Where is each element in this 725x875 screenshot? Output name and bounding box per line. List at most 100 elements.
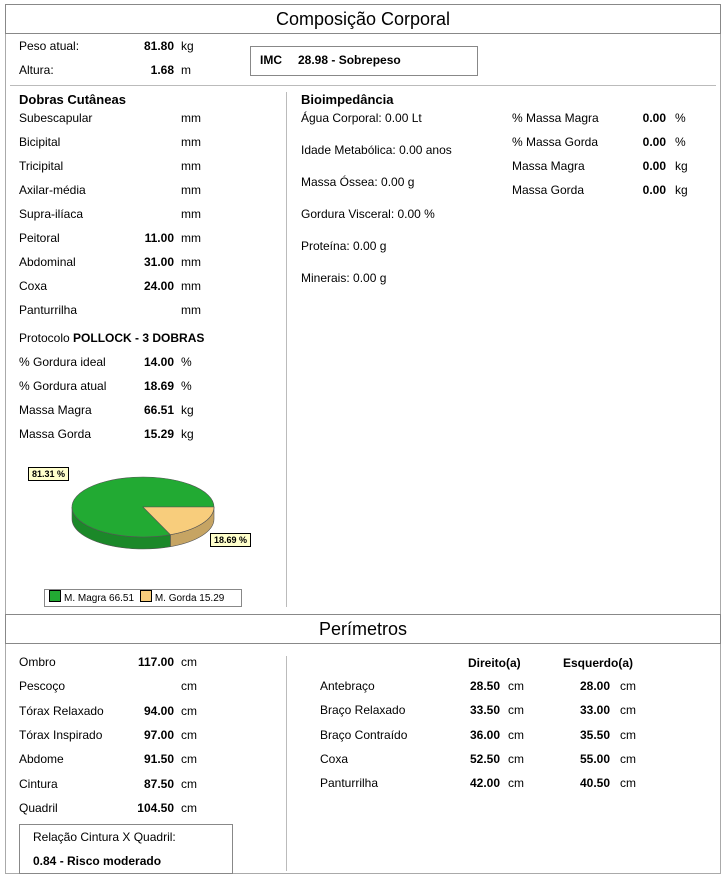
perimetro-dir-unit: cm xyxy=(508,727,524,742)
dobra-value: 31.00 xyxy=(143,255,174,269)
dobra-label: Subescapular xyxy=(19,111,93,125)
peso-value: 81.80 xyxy=(143,39,174,53)
dobra-unit: mm xyxy=(181,159,201,173)
protocolo-value: POLLOCK - 3 DOBRAS xyxy=(73,331,205,345)
bio-right-unit: % xyxy=(675,135,686,149)
dobra-label: Tricipital xyxy=(19,159,64,173)
dobra-unit: mm xyxy=(181,183,201,197)
perimetro-unit: cm xyxy=(181,752,197,767)
basics-divider xyxy=(10,85,716,86)
perimetro-value: 87.50 xyxy=(143,776,174,791)
perimetro-esq-value: 28.00 xyxy=(579,679,610,693)
dobra-unit: mm xyxy=(181,111,201,125)
bio-item: Massa Óssea: 0.00 g xyxy=(301,175,415,189)
pie-label-gorda: 18.69 % xyxy=(210,533,252,547)
perimetro-unit: cm xyxy=(181,776,197,791)
bio-title: Bioimpedância xyxy=(301,92,394,107)
perimetro-value: 117.00 xyxy=(137,655,174,669)
perimetro-unit: cm xyxy=(181,679,197,694)
rcq-value: 0.84 - Risco moderado xyxy=(33,854,162,868)
perimetro-esq-unit: cm xyxy=(620,776,636,791)
perimetro-dir-value: 52.50 xyxy=(469,751,500,766)
dobra-unit: mm xyxy=(181,207,201,221)
perimetro-esq-unit: cm xyxy=(620,679,636,693)
esquerdo-header: Esquerdo(a) xyxy=(563,656,634,670)
composition-pie-chart xyxy=(71,476,215,550)
legend-swatch-gorda xyxy=(139,590,152,602)
perimetro-label: Tórax Relaxado xyxy=(19,703,104,718)
bio-right-value: 0.00 xyxy=(642,159,666,173)
bio-right-unit: kg xyxy=(675,159,688,173)
perimetro-label: Cintura xyxy=(19,776,58,791)
result-unit: % xyxy=(181,355,192,369)
dobra-unit: mm xyxy=(181,255,201,269)
perimetro-unit: cm xyxy=(181,703,197,718)
legend-gorda: M. Gorda 15.29 xyxy=(154,593,225,604)
perimetro-dir-unit: cm xyxy=(508,679,524,693)
perimetro-dir-unit: cm xyxy=(508,751,524,766)
dobra-unit: mm xyxy=(181,303,201,317)
dobra-label: Coxa xyxy=(19,279,48,293)
result-label: % Gordura atual xyxy=(19,379,107,393)
pie-label-magra: 81.31 % xyxy=(28,467,70,481)
perimetro-esq-value: 40.50 xyxy=(579,776,610,791)
perimetro-dir-unit: cm xyxy=(508,703,524,718)
imc-value: 28.98 - Sobrepeso xyxy=(298,53,401,67)
perimetro-esq-unit: cm xyxy=(620,751,636,766)
result-unit: % xyxy=(181,379,192,393)
perimetro-dir-unit: cm xyxy=(508,776,524,791)
bio-item: Proteína: 0.00 g xyxy=(301,239,387,253)
bio-item: Gordura Visceral: 0.00 % xyxy=(301,207,435,221)
dobra-label: Panturrilha xyxy=(19,303,78,317)
perimetro-value: 91.50 xyxy=(143,752,174,767)
pie-legend: M. Magra 66.51 M. Gorda 15.29 xyxy=(44,589,242,607)
dobra-label: Axilar-média xyxy=(19,183,86,197)
perimetro-unit: cm xyxy=(181,655,197,669)
bio-item: Água Corporal: 0.00 Lt xyxy=(301,111,422,125)
perimetro-unit: cm xyxy=(181,800,197,815)
protocolo-label: Protocolo xyxy=(19,331,70,345)
result-unit: kg xyxy=(181,427,194,441)
perimetro-esq-value: 55.00 xyxy=(579,751,610,766)
bio-item: Idade Metabólica: 0.00 anos xyxy=(301,143,452,157)
perimetro-label: Tórax Inspirado xyxy=(19,727,103,742)
dobra-label: Supra-ilíaca xyxy=(19,207,84,221)
perimetro-unit: cm xyxy=(181,727,197,742)
bio-right-label: % Massa Magra xyxy=(512,111,599,125)
direito-header: Direito(a) xyxy=(468,656,521,670)
perimetro-value: 94.00 xyxy=(143,703,174,718)
altura-unit: m xyxy=(181,63,191,77)
altura-value: 1.68 xyxy=(150,63,174,77)
perimetro-esq-value: 35.50 xyxy=(579,727,610,742)
perimetro-r-label: Panturrilha xyxy=(320,776,379,791)
protocolo-line: Protocolo POLLOCK - 3 DOBRAS xyxy=(19,331,204,345)
dobra-unit: mm xyxy=(181,279,201,293)
bio-right-unit: kg xyxy=(675,183,688,197)
bio-right-value: 0.00 xyxy=(642,135,666,149)
dobra-label: Bicipital xyxy=(19,135,61,149)
perimetro-esq-unit: cm xyxy=(620,703,636,718)
result-label: Massa Magra xyxy=(19,403,92,417)
perimetro-dir-value: 33.50 xyxy=(469,703,500,718)
dobra-value: 24.00 xyxy=(143,279,174,293)
perimetro-esq-value: 33.00 xyxy=(579,703,610,718)
perimetro-label: Quadril xyxy=(19,800,58,815)
column-divider xyxy=(286,92,287,607)
bio-right-value: 0.00 xyxy=(642,183,666,197)
perimetro-value: 97.00 xyxy=(143,727,174,742)
result-value: 18.69 xyxy=(143,379,174,393)
peso-label: Peso atual: xyxy=(19,39,80,53)
perimetro-r-label: Braço Contraído xyxy=(320,727,408,742)
perimetro-label: Abdome xyxy=(19,752,64,767)
bio-right-value: 0.00 xyxy=(642,111,666,125)
legend-swatch-magra xyxy=(49,590,61,602)
perimetro-dir-value: 28.50 xyxy=(469,679,500,693)
rcq-label: Relação Cintura X Quadril: xyxy=(33,830,176,844)
peso-unit: kg xyxy=(181,39,194,53)
imc-label: IMC xyxy=(260,53,282,67)
bio-item: Minerais: 0.00 g xyxy=(301,271,387,285)
perimetro-value: 104.50 xyxy=(137,800,174,815)
perimetro-r-label: Coxa xyxy=(320,751,349,766)
bio-right-label: % Massa Gorda xyxy=(512,135,599,149)
perimetro-r-label: Braço Relaxado xyxy=(320,703,406,718)
